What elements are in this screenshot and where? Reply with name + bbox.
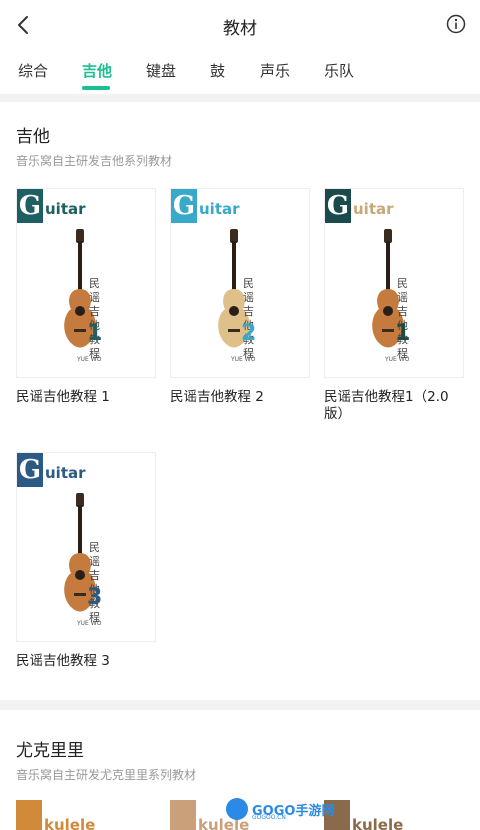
cover-badge: G [325, 189, 351, 223]
book-card[interactable]: G uitar 民谣吉他教程 1 YUE WO 民谣吉他教程1（2.0版） [324, 188, 464, 423]
tab-guitar[interactable]: 吉他 [82, 60, 112, 81]
guitar-section: 吉他 音乐窝自主研发吉他系列教材 G uitar 民谣吉他教程 1 YUE WO… [0, 102, 480, 700]
tab-vocal[interactable]: 声乐 [260, 60, 290, 81]
watermark-logo: GOGO手游网 GOGOO.CN [226, 798, 346, 822]
book-title[interactable]: 民谣吉他教程 1 [16, 389, 156, 406]
book-card[interactable]: G uitar 民谣吉他教程 2 YUE WO 民谣吉他教程 2 [170, 188, 310, 406]
section-title: 尤克里里 [16, 741, 84, 761]
cover-text: 民谣吉他教程 [397, 277, 408, 360]
book-cover[interactable]: G uitar 民谣吉他教程 1 YUE WO [324, 188, 464, 378]
cover-word: uitar [45, 464, 86, 482]
top-bar: 教材 [0, 0, 480, 50]
cover-number: 1 [395, 321, 411, 346]
cover-word: uitar [199, 200, 240, 218]
cover-badge [16, 800, 42, 830]
publisher-mark: YUE WO [77, 620, 102, 627]
tab-general[interactable]: 综合 [18, 60, 48, 81]
book-title[interactable]: 民谣吉他教程1（2.0版） [324, 389, 464, 423]
section-subtitle: 音乐窝自主研发尤克里里系列教材 [16, 768, 197, 782]
cover-badge [170, 800, 196, 830]
cover-word: kulele [352, 816, 404, 830]
cover-badge: G [17, 453, 43, 487]
cover-text: 民谣吉他教程 [89, 277, 100, 360]
publisher-mark: YUE WO [77, 356, 102, 363]
book-title[interactable]: 民谣吉他教程 3 [16, 653, 156, 670]
cover-text: 民谣吉他教程 [89, 541, 100, 624]
watermark-domain: GOGOO.CN [252, 814, 286, 821]
cover-badge: G [17, 189, 43, 223]
active-tab-indicator [82, 86, 110, 90]
section-subtitle: 音乐窝自主研发吉他系列教材 [16, 154, 173, 168]
category-tabs: 综合 吉他 键盘 鼓 声乐 乐队 [0, 50, 480, 94]
tab-band[interactable]: 乐队 [324, 60, 354, 81]
publisher-mark: YUE WO [385, 356, 410, 363]
cover-number: 2 [241, 321, 257, 346]
book-cover[interactable]: G uitar 民谣吉他教程 1 YUE WO [16, 188, 156, 378]
book-cover[interactable]: G uitar 民谣吉他教程 3 YUE WO [16, 452, 156, 642]
cover-number: 1 [87, 321, 103, 346]
book-cover[interactable]: kulele [16, 800, 156, 830]
book-card[interactable]: kulele [16, 800, 156, 830]
book-card[interactable]: G uitar 民谣吉他教程 3 YUE WO 民谣吉他教程 3 [16, 452, 156, 670]
cover-text: 民谣吉他教程 [243, 277, 254, 360]
tab-keyboard[interactable]: 键盘 [146, 60, 176, 81]
cover-word: uitar [45, 200, 86, 218]
page-title: 教材 [223, 19, 257, 39]
info-icon[interactable] [446, 14, 466, 34]
publisher-mark: YUE WO [231, 356, 256, 363]
watermark-icon [226, 798, 248, 820]
cover-number: 3 [87, 585, 103, 610]
section-title: 吉他 [16, 127, 50, 147]
book-title[interactable]: 民谣吉他教程 2 [170, 389, 310, 406]
book-card[interactable]: G uitar 民谣吉他教程 1 YUE WO 民谣吉他教程 1 [16, 188, 156, 406]
cover-badge: G [171, 189, 197, 223]
cover-word: uitar [353, 200, 394, 218]
book-cover[interactable]: G uitar 民谣吉他教程 2 YUE WO [170, 188, 310, 378]
tab-drums[interactable]: 鼓 [210, 60, 225, 81]
cover-word: kulele [44, 816, 96, 830]
